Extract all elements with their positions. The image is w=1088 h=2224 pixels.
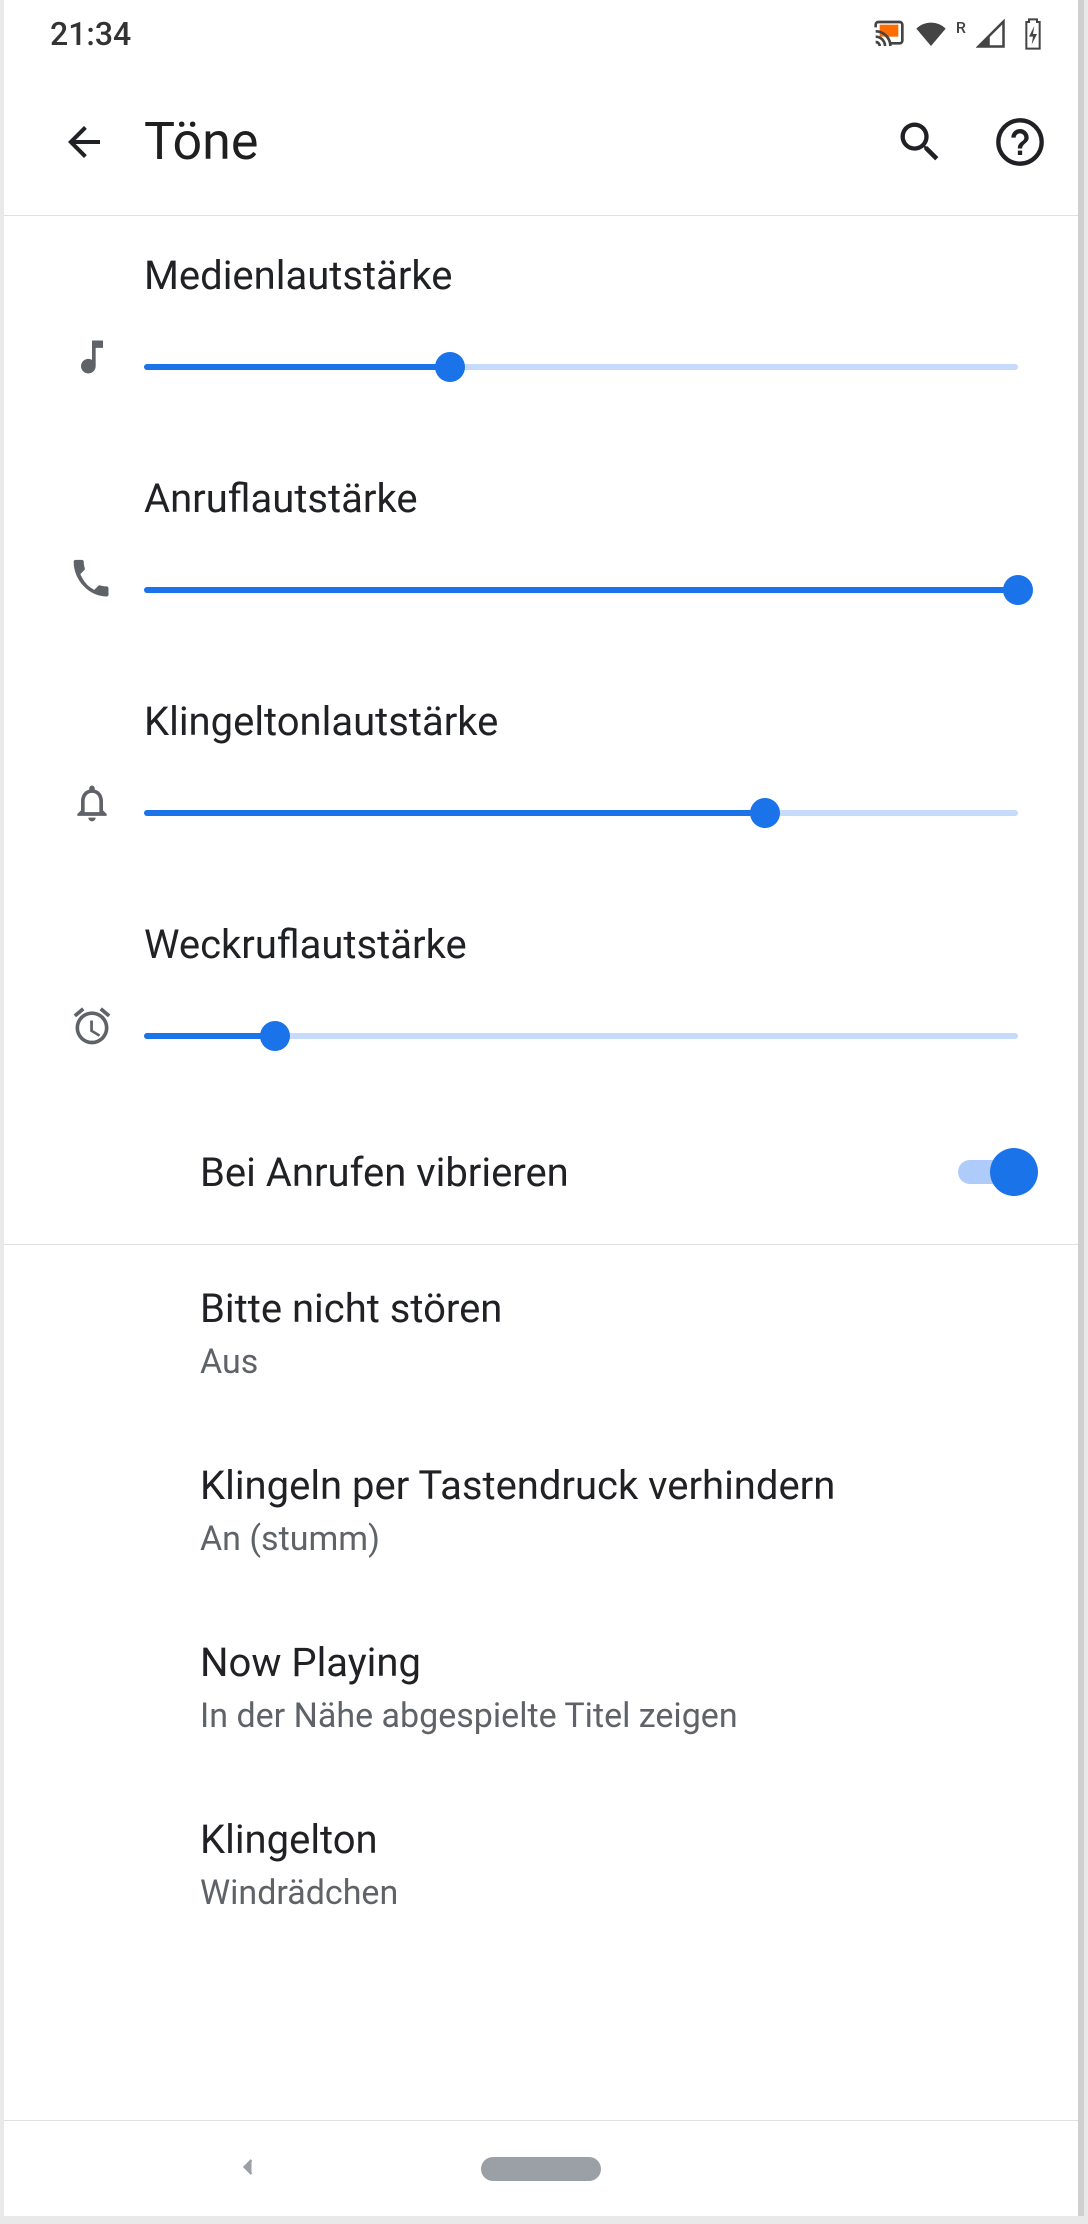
- help-button[interactable]: [990, 112, 1050, 172]
- ring-volume-label: Klingeltonlautstärke: [144, 698, 1018, 745]
- media-volume-slider[interactable]: [144, 355, 1018, 379]
- list-item-sub: In der Nähe abgespielte Titel zeigen: [200, 1696, 1038, 1736]
- battery-charging-icon: [1016, 17, 1050, 51]
- alarm-volume-label: Weckruflautstärke: [144, 921, 1018, 968]
- alarm-icon: [40, 1004, 144, 1048]
- media-volume-label: Medienlautstärke: [144, 252, 1018, 299]
- alarm-volume-row: Weckruflautstärke: [4, 885, 1078, 1108]
- ringtone-item[interactable]: Klingelton Windrädchen: [4, 1776, 1078, 1953]
- system-nav-bar: [4, 2120, 1078, 2216]
- search-icon: [894, 116, 946, 168]
- prevent-ring-item[interactable]: Klingeln per Tastendruck verhindern An (…: [4, 1422, 1078, 1599]
- bell-icon: [40, 781, 144, 825]
- page-title: Töne: [144, 111, 890, 172]
- roaming-indicator: R: [956, 18, 966, 37]
- nav-home-pill[interactable]: [481, 2157, 601, 2181]
- list-item-title: Klingelton: [200, 1816, 1038, 1863]
- vibrate-on-call-label: Bei Anrufen vibrieren: [200, 1149, 958, 1196]
- now-playing-item[interactable]: Now Playing In der Nähe abgespielte Tite…: [4, 1599, 1078, 1776]
- do-not-disturb-item[interactable]: Bitte nicht stören Aus: [4, 1245, 1078, 1422]
- nav-back-button[interactable]: [234, 2147, 262, 2191]
- vibrate-on-call-row[interactable]: Bei Anrufen vibrieren: [4, 1108, 1078, 1245]
- music-note-icon: [40, 335, 144, 379]
- ring-volume-row: Klingeltonlautstärke: [4, 662, 1078, 885]
- help-icon: [994, 116, 1046, 168]
- alarm-volume-slider[interactable]: [144, 1024, 1018, 1048]
- wifi-icon: [914, 17, 948, 51]
- status-bar: 21:34 R: [4, 0, 1078, 68]
- vibrate-on-call-switch[interactable]: [958, 1148, 1038, 1196]
- app-bar: Töne: [4, 68, 1078, 216]
- arrow-back-icon: [60, 118, 108, 166]
- list-item-sub: An (stumm): [200, 1519, 1038, 1559]
- signal-icon: [974, 17, 1008, 51]
- call-volume-label: Anruflautstärke: [144, 475, 1018, 522]
- back-button[interactable]: [44, 112, 124, 172]
- search-button[interactable]: [890, 112, 950, 172]
- list-item-sub: Windrädchen: [200, 1873, 1038, 1913]
- list-item-title: Klingeln per Tastendruck verhindern: [200, 1462, 1038, 1509]
- cast-icon: [872, 17, 906, 51]
- ring-volume-slider[interactable]: [144, 801, 1018, 825]
- phone-icon: [40, 558, 144, 602]
- list-item-title: Now Playing: [200, 1639, 1038, 1686]
- call-volume-row: Anruflautstärke: [4, 439, 1078, 662]
- call-volume-slider[interactable]: [144, 578, 1018, 602]
- list-item-title: Bitte nicht stören: [200, 1285, 1038, 1332]
- status-time: 21:34: [50, 15, 131, 53]
- list-item-sub: Aus: [200, 1342, 1038, 1382]
- media-volume-row: Medienlautstärke: [4, 216, 1078, 439]
- chevron-left-icon: [234, 2147, 262, 2187]
